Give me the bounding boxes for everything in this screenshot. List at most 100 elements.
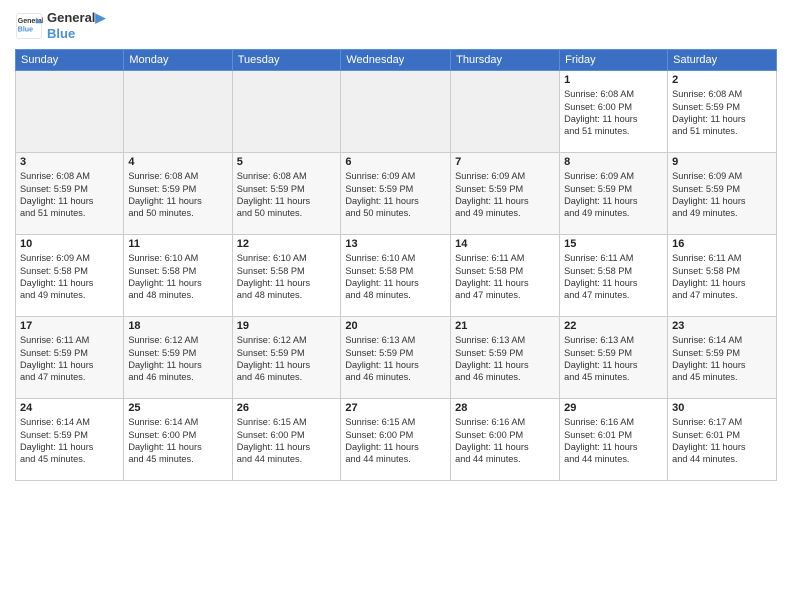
calendar-cell (341, 71, 451, 153)
calendar-cell: 19 Sunrise: 6:12 AM Sunset: 5:59 PM Dayli… (232, 317, 341, 399)
calendar-cell: 3Sunrise: 6:08 AM Sunset: 5:59 PM Daylig… (16, 153, 124, 235)
day-info: Sunrise: 6:15 AM Sunset: 6:00 PM Dayligh… (345, 416, 446, 466)
day-number: 10 (20, 238, 119, 250)
weekday-header-sunday: Sunday (16, 50, 124, 71)
day-number: 21 (455, 320, 555, 332)
day-info: Sunrise: 6:08 AM Sunset: 5:59 PM Dayligh… (672, 88, 772, 138)
day-info: Sunrise: 6:10 AM Sunset: 5:58 PM Dayligh… (128, 252, 227, 302)
calendar-cell (232, 71, 341, 153)
calendar-cell: 25 Sunrise: 6:14 AM Sunset: 6:00 PM Dayli… (124, 399, 232, 481)
calendar-cell: 23 Sunrise: 6:14 AM Sunset: 5:59 PM Dayli… (668, 317, 777, 399)
day-number: 4 (128, 156, 227, 168)
calendar-cell: 2 Sunrise: 6:08 AM Sunset: 5:59 PM Daylig… (668, 71, 777, 153)
calendar-cell: 29 Sunrise: 6:16 AM Sunset: 6:01 PM Dayli… (560, 399, 668, 481)
header: General Blue General▶ Blue (15, 10, 777, 41)
day-number: 29 (564, 402, 663, 414)
logo-subtext: Blue (47, 26, 105, 42)
day-info: Sunrise: 6:08 AM Sunset: 6:00 PM Dayligh… (564, 88, 663, 138)
day-info: Sunrise: 6:08 AM Sunset: 5:59 PM Dayligh… (237, 170, 337, 220)
weekday-header-monday: Monday (124, 50, 232, 71)
day-info: Sunrise: 6:09 AM Sunset: 5:59 PM Dayligh… (564, 170, 663, 220)
week-row-2: 10 Sunrise: 6:09 AM Sunset: 5:58 PM Dayli… (16, 235, 777, 317)
day-number: 6 (345, 156, 446, 168)
day-info: Sunrise: 6:17 AM Sunset: 6:01 PM Dayligh… (672, 416, 772, 466)
day-info: Sunrise: 6:11 AM Sunset: 5:59 PM Dayligh… (20, 334, 119, 384)
day-number: 28 (455, 402, 555, 414)
calendar-cell: 1 Sunrise: 6:08 AM Sunset: 6:00 PM Daylig… (560, 71, 668, 153)
day-number: 27 (345, 402, 446, 414)
day-number: 22 (564, 320, 663, 332)
day-number: 23 (672, 320, 772, 332)
day-info: Sunrise: 6:15 AM Sunset: 6:00 PM Dayligh… (237, 416, 337, 466)
weekday-header-wednesday: Wednesday (341, 50, 451, 71)
day-number: 11 (128, 238, 227, 250)
calendar-cell: 18 Sunrise: 6:12 AM Sunset: 5:59 PM Dayli… (124, 317, 232, 399)
page: General Blue General▶ Blue SundayMondayT… (0, 0, 792, 612)
calendar-cell: 17Sunrise: 6:11 AM Sunset: 5:59 PM Dayli… (16, 317, 124, 399)
day-info: Sunrise: 6:11 AM Sunset: 5:58 PM Dayligh… (564, 252, 663, 302)
calendar: SundayMondayTuesdayWednesdayThursdayFrid… (15, 49, 777, 481)
weekday-header-friday: Friday (560, 50, 668, 71)
week-row-0: 1 Sunrise: 6:08 AM Sunset: 6:00 PM Daylig… (16, 71, 777, 153)
day-number: 3 (20, 156, 119, 168)
week-row-3: 17Sunrise: 6:11 AM Sunset: 5:59 PM Dayli… (16, 317, 777, 399)
calendar-cell: 30 Sunrise: 6:17 AM Sunset: 6:01 PM Dayli… (668, 399, 777, 481)
day-info: Sunrise: 6:14 AM Sunset: 6:00 PM Dayligh… (128, 416, 227, 466)
calendar-cell: 16 Sunrise: 6:11 AM Sunset: 5:58 PM Dayli… (668, 235, 777, 317)
day-info: Sunrise: 6:12 AM Sunset: 5:59 PM Dayligh… (128, 334, 227, 384)
weekday-header-row: SundayMondayTuesdayWednesdayThursdayFrid… (16, 50, 777, 71)
day-number: 14 (455, 238, 555, 250)
calendar-cell: 4 Sunrise: 6:08 AM Sunset: 5:59 PM Daylig… (124, 153, 232, 235)
calendar-cell: 6 Sunrise: 6:09 AM Sunset: 5:59 PM Daylig… (341, 153, 451, 235)
calendar-cell: 15Sunrise: 6:11 AM Sunset: 5:58 PM Dayli… (560, 235, 668, 317)
week-row-1: 3 Sunrise: 6:08 AM Sunset: 5:59 PM Daylig… (16, 153, 777, 235)
day-info: Sunrise: 6:12 AM Sunset: 5:59 PM Dayligh… (237, 334, 337, 384)
day-info: Sunrise: 6:09 AM Sunset: 5:59 PM Dayligh… (672, 170, 772, 220)
day-info: Sunrise: 6:09 AM Sunset: 5:59 PM Dayligh… (345, 170, 446, 220)
svg-text:Blue: Blue (18, 26, 33, 33)
day-number: 8 (564, 156, 663, 168)
day-number: 24 (20, 402, 119, 414)
day-number: 9 (672, 156, 772, 168)
calendar-cell: 14 Sunrise: 6:11 AM Sunset: 5:58 PM Dayli… (451, 235, 560, 317)
calendar-cell: 20 Sunrise: 6:13 AM Sunset: 5:59 PM Dayli… (341, 317, 451, 399)
week-row-4: 24 Sunrise: 6:14 AM Sunset: 5:59 PM Dayli… (16, 399, 777, 481)
day-info: Sunrise: 6:13 AM Sunset: 5:59 PM Dayligh… (345, 334, 446, 384)
day-info: Sunrise: 6:14 AM Sunset: 5:59 PM Dayligh… (672, 334, 772, 384)
day-number: 16 (672, 238, 772, 250)
day-info: Sunrise: 6:13 AM Sunset: 5:59 PM Dayligh… (455, 334, 555, 384)
logo-text: General▶ (47, 10, 105, 26)
day-info: Sunrise: 6:11 AM Sunset: 5:58 PM Dayligh… (455, 252, 555, 302)
calendar-cell: 27 Sunrise: 6:15 AM Sunset: 6:00 PM Dayli… (341, 399, 451, 481)
day-info: Sunrise: 6:11 AM Sunset: 5:58 PM Dayligh… (672, 252, 772, 302)
day-info: Sunrise: 6:14 AM Sunset: 5:59 PM Dayligh… (20, 416, 119, 466)
calendar-cell (16, 71, 124, 153)
day-number: 2 (672, 74, 772, 86)
day-number: 12 (237, 238, 337, 250)
calendar-cell: 13 Sunrise: 6:10 AM Sunset: 5:58 PM Dayli… (341, 235, 451, 317)
day-number: 1 (564, 74, 663, 86)
logo-icon: General Blue (15, 12, 43, 40)
day-number: 13 (345, 238, 446, 250)
day-info: Sunrise: 6:08 AM Sunset: 5:59 PM Dayligh… (128, 170, 227, 220)
day-number: 30 (672, 402, 772, 414)
calendar-cell: 5 Sunrise: 6:08 AM Sunset: 5:59 PM Daylig… (232, 153, 341, 235)
calendar-cell (451, 71, 560, 153)
logo: General Blue General▶ Blue (15, 10, 105, 41)
calendar-cell (124, 71, 232, 153)
day-number: 19 (237, 320, 337, 332)
day-info: Sunrise: 6:10 AM Sunset: 5:58 PM Dayligh… (237, 252, 337, 302)
day-number: 7 (455, 156, 555, 168)
day-number: 25 (128, 402, 227, 414)
calendar-cell: 11 Sunrise: 6:10 AM Sunset: 5:58 PM Dayli… (124, 235, 232, 317)
day-number: 18 (128, 320, 227, 332)
calendar-cell: 9 Sunrise: 6:09 AM Sunset: 5:59 PM Daylig… (668, 153, 777, 235)
calendar-cell: 12 Sunrise: 6:10 AM Sunset: 5:58 PM Dayli… (232, 235, 341, 317)
day-info: Sunrise: 6:13 AM Sunset: 5:59 PM Dayligh… (564, 334, 663, 384)
day-info: Sunrise: 6:16 AM Sunset: 6:01 PM Dayligh… (564, 416, 663, 466)
day-number: 20 (345, 320, 446, 332)
calendar-cell: 24 Sunrise: 6:14 AM Sunset: 5:59 PM Dayli… (16, 399, 124, 481)
day-info: Sunrise: 6:10 AM Sunset: 5:58 PM Dayligh… (345, 252, 446, 302)
day-info: Sunrise: 6:09 AM Sunset: 5:58 PM Dayligh… (20, 252, 119, 302)
day-number: 5 (237, 156, 337, 168)
